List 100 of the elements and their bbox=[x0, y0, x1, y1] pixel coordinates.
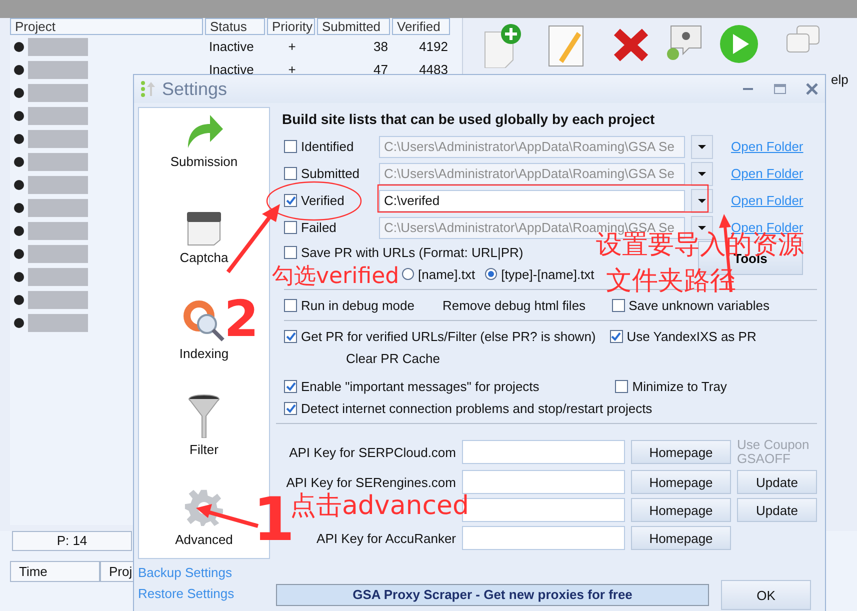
column-header[interactable]: Verified bbox=[392, 18, 450, 35]
annotation-arrow bbox=[196, 504, 259, 528]
checkbox-label: Submitted bbox=[301, 166, 360, 181]
project-icon bbox=[14, 88, 24, 98]
blurred-name bbox=[28, 38, 88, 56]
radio-option[interactable]: [name].txt bbox=[402, 266, 476, 282]
api-key-field[interactable] bbox=[462, 440, 625, 464]
settings-app-icon bbox=[140, 80, 156, 98]
project-icon bbox=[14, 202, 24, 212]
minimize-icon bbox=[743, 87, 753, 91]
table-cell-text: + bbox=[287, 62, 297, 77]
table-cell-text: + bbox=[287, 39, 297, 54]
checkbox-label: Verified bbox=[301, 193, 344, 208]
coupon-note: Use Coupon GSAOFF bbox=[737, 438, 810, 466]
sidebar-item[interactable]: Submission bbox=[170, 154, 238, 169]
dropdown-button[interactable] bbox=[691, 188, 713, 212]
blurred-name bbox=[28, 244, 88, 262]
checkbox[interactable]: Verified bbox=[284, 193, 379, 208]
homepage-button[interactable]: Homepage bbox=[631, 470, 731, 494]
maximize-icon bbox=[774, 84, 786, 94]
sidebar-item[interactable]: Indexing bbox=[179, 346, 229, 361]
api-key-field[interactable] bbox=[462, 526, 625, 550]
api-key-label: API Key for SERPCloud.com bbox=[288, 444, 456, 460]
proxy-scraper-banner[interactable]: GSA Proxy Scraper - Get new proxies for free bbox=[276, 584, 709, 606]
caret-icon bbox=[698, 172, 706, 176]
blurred-name bbox=[28, 106, 88, 124]
checkbox-box[interactable] bbox=[284, 330, 297, 342]
checkbox-box[interactable] bbox=[284, 246, 297, 258]
window-title: Settings bbox=[162, 78, 228, 100]
sidebar-item[interactable]: Captcha bbox=[180, 250, 228, 265]
project-icon bbox=[14, 272, 24, 282]
update-button[interactable]: Update bbox=[737, 470, 817, 494]
homepage-button[interactable]: Homepage bbox=[631, 526, 731, 550]
lifebuoy-magnifier-icon bbox=[183, 300, 225, 342]
column-header[interactable]: Project bbox=[10, 18, 203, 35]
project-icon bbox=[14, 248, 24, 258]
column-header[interactable]: Priority bbox=[267, 18, 315, 35]
project-icon bbox=[14, 42, 24, 52]
blurred-name bbox=[28, 176, 88, 194]
checkbox-box[interactable] bbox=[284, 380, 297, 392]
clear-cache-button[interactable]: Clear PR Cache bbox=[346, 350, 440, 366]
checkbox[interactable]: Minimize to Tray bbox=[615, 378, 727, 394]
api-key-field[interactable] bbox=[462, 470, 625, 494]
radio-option[interactable]: [type]-[name].txt bbox=[485, 266, 594, 282]
checkbox-box[interactable] bbox=[284, 194, 297, 207]
table-cell-text: 4192 bbox=[418, 39, 449, 54]
step-number: 2 bbox=[224, 294, 259, 344]
caret-icon bbox=[698, 198, 706, 202]
status-count: P: 14 bbox=[12, 531, 132, 551]
checkbox-box[interactable] bbox=[610, 330, 623, 342]
blurred-name bbox=[28, 152, 88, 170]
toolbar-label[interactable]: elp bbox=[831, 72, 848, 87]
blurred-name bbox=[28, 84, 88, 102]
dropdown-button[interactable] bbox=[691, 134, 713, 158]
ok-button[interactable]: OK bbox=[721, 580, 811, 610]
folder-path-field[interactable]: C:\verifed bbox=[379, 190, 685, 212]
table-cell-text: 4483 bbox=[418, 62, 449, 77]
checkbox-box[interactable] bbox=[284, 298, 297, 312]
project-icon bbox=[14, 180, 24, 190]
checkbox-label: Failed bbox=[301, 220, 336, 235]
sidebar-item[interactable]: Filter bbox=[190, 442, 218, 457]
project-icon bbox=[14, 110, 24, 120]
homepage-button[interactable]: Homepage bbox=[631, 440, 731, 464]
project-icon bbox=[14, 294, 24, 304]
table-cell-text: Inactive bbox=[208, 62, 255, 77]
table-cell-text: 47 bbox=[372, 62, 389, 77]
blurred-name bbox=[28, 290, 88, 308]
remove-debug-button[interactable]: Remove debug html files bbox=[442, 298, 586, 312]
checkbox-label: Minimize to Tray bbox=[632, 378, 727, 394]
close-icon bbox=[806, 83, 818, 95]
column-header[interactable]: Submitted bbox=[317, 18, 390, 35]
blurred-name bbox=[28, 314, 88, 332]
project-icon bbox=[14, 134, 24, 144]
new-document-icon[interactable] bbox=[483, 24, 523, 68]
update-button[interactable]: Update bbox=[737, 498, 817, 522]
project-icon bbox=[14, 64, 24, 74]
checkbox-label: Identified bbox=[301, 139, 354, 154]
table-cell-text: 38 bbox=[372, 39, 389, 54]
dropdown-button[interactable] bbox=[691, 162, 713, 186]
blurred-name bbox=[28, 60, 88, 78]
checkbox-box[interactable] bbox=[284, 402, 297, 414]
homepage-button[interactable]: Homepage bbox=[631, 498, 731, 522]
funnel-icon bbox=[187, 394, 221, 438]
caret-icon bbox=[698, 226, 706, 230]
project-icon bbox=[14, 156, 24, 166]
caret-icon bbox=[698, 144, 706, 148]
project-icon bbox=[14, 318, 24, 328]
column-header[interactable]: Status bbox=[205, 18, 265, 35]
checkbox-box[interactable] bbox=[615, 380, 628, 392]
blurred-name bbox=[28, 198, 88, 216]
annotation-text: 勾选verified bbox=[272, 266, 400, 288]
sidebar-item[interactable]: Advanced bbox=[175, 532, 233, 547]
section-heading: Build site lists that can be used globally by each project bbox=[282, 111, 656, 127]
checkbox-box[interactable] bbox=[612, 298, 625, 312]
api-key-label: API Key for SERengines.com bbox=[285, 474, 456, 490]
column-header[interactable]: Time bbox=[10, 561, 100, 582]
blurred-name bbox=[28, 130, 88, 148]
api-key-label: API Key for AccuRanker bbox=[316, 530, 456, 546]
table-cell-text: Inactive bbox=[208, 39, 255, 54]
project-icon bbox=[14, 226, 24, 236]
